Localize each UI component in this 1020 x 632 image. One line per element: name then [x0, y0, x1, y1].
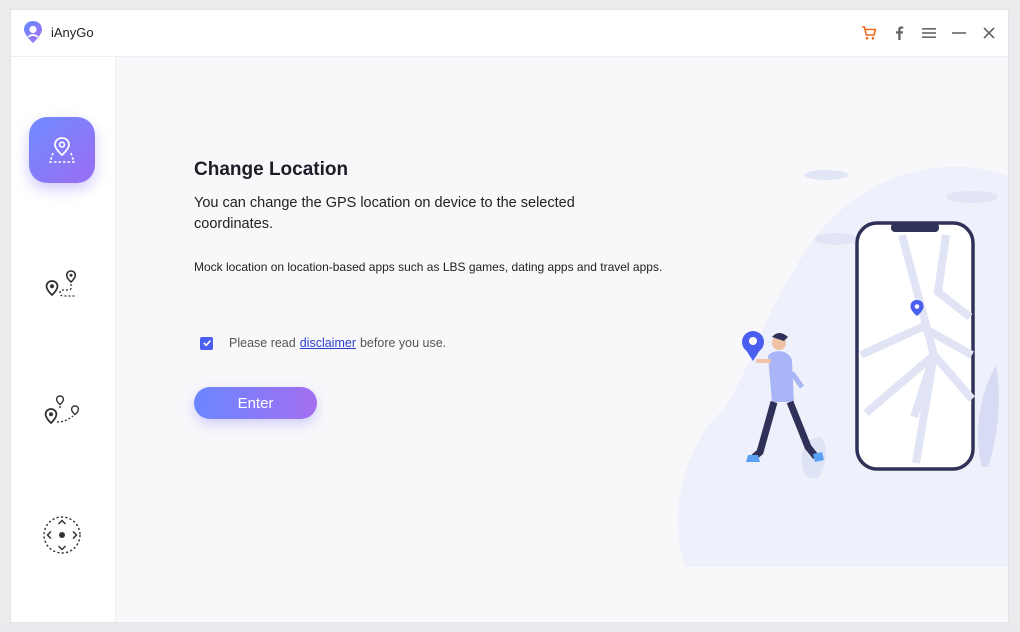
two-spot-mode-button[interactable] — [29, 253, 95, 319]
disclaimer-prefix: Please read — [229, 336, 296, 350]
joystick-movement-icon — [43, 516, 81, 554]
facebook-icon[interactable] — [888, 22, 910, 44]
check-icon — [202, 340, 211, 347]
disclaimer-suffix: before you use. — [359, 336, 447, 350]
disclaimer-link[interactable]: disclaimer — [300, 336, 356, 350]
enter-button[interactable]: Enter — [194, 387, 317, 419]
title-bar: iAnyGo — [11, 10, 1008, 57]
app-logo-icon — [24, 21, 42, 43]
multi-spot-movement-icon — [44, 395, 80, 425]
minimize-icon[interactable] — [948, 22, 970, 44]
page-title: Change Location — [194, 159, 349, 180]
agree-checkbox[interactable] — [200, 336, 213, 350]
app-title: iAnyGo — [51, 25, 94, 40]
main-content: Change Location You can change the GPS l… — [116, 57, 1008, 622]
change-location-icon — [48, 137, 76, 163]
two-spot-movement-icon — [45, 270, 77, 297]
multi-spot-mode-button[interactable] — [29, 379, 95, 445]
page-note: Mock location on location-based apps suc… — [194, 260, 663, 274]
disclaimer-row: Please read disclaimer before you use. — [200, 336, 446, 350]
change-location-mode-button[interactable] — [29, 117, 95, 183]
cart-icon[interactable] — [858, 22, 880, 44]
joystick-mode-button[interactable] — [29, 502, 95, 568]
phone-map-illustration — [677, 166, 1008, 567]
app-window: iAnyGo Change Location You can change th… — [10, 9, 1009, 623]
menu-icon[interactable] — [918, 22, 940, 44]
mode-sidebar — [11, 57, 116, 622]
bottom-strip — [0, 626, 1020, 632]
page-description: You can change the GPS location on devic… — [194, 195, 575, 232]
close-icon[interactable] — [978, 22, 1000, 44]
